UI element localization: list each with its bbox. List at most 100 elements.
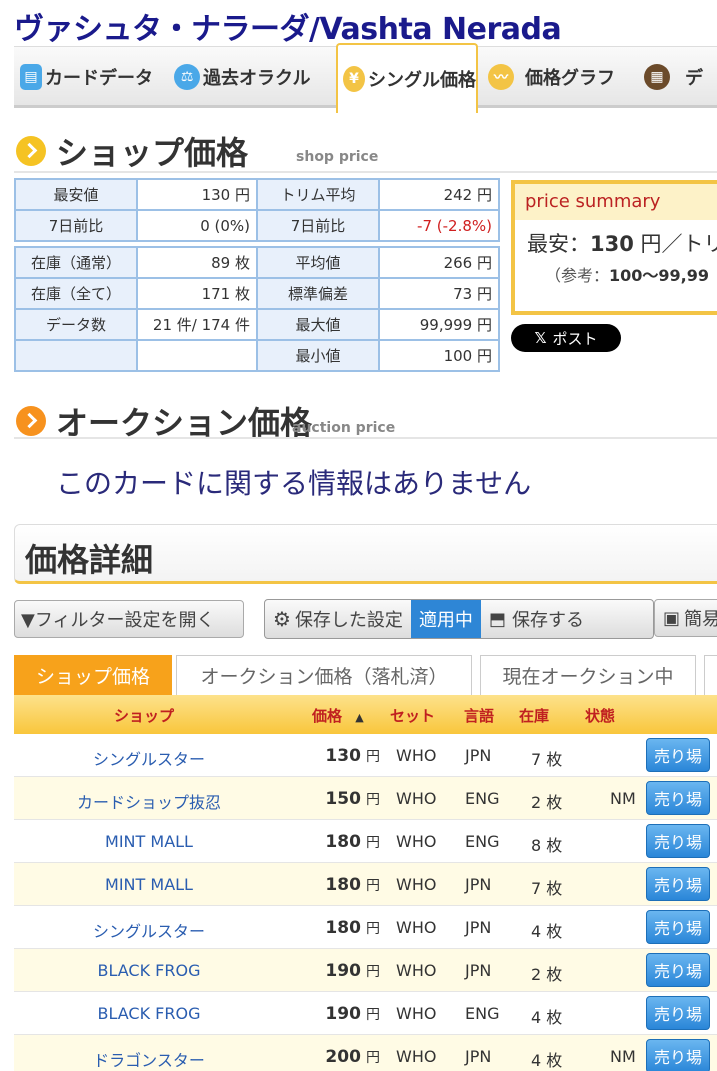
sell-page-button[interactable]: 売り場 xyxy=(646,910,710,944)
shop-link[interactable]: BLACK FROG xyxy=(14,1004,284,1023)
tab-auction-sold[interactable]: オークション価格（落札済） xyxy=(176,655,472,695)
stat-label: 平均値 xyxy=(256,246,380,279)
price-cell: 190 円 xyxy=(304,1004,380,1024)
stat-label: 在庫（全て） xyxy=(14,277,138,310)
stat-value: 73 円 xyxy=(378,277,500,310)
tab-label: 現在オークション中 xyxy=(502,666,674,688)
price-cell: 180 円 xyxy=(304,832,380,852)
tab-label: 価格グラフ xyxy=(525,68,615,89)
set-cell: WHO xyxy=(396,746,437,765)
stat-value: 21 件/ 174 件 xyxy=(136,308,258,341)
chevron-right-icon xyxy=(16,406,46,436)
stats-row: 7日前比 0 (0%) 7日前比 -7 (-2.8%) xyxy=(14,209,500,242)
lang-cell: JPN xyxy=(465,918,492,937)
stat-value: 89 枚 xyxy=(136,246,258,279)
tab-price-graph[interactable]: 〰 価格グラフ xyxy=(488,47,615,107)
saved-settings-label: 保存した設定 xyxy=(294,610,403,631)
divider xyxy=(14,437,717,439)
sell-page-button[interactable]: 売り場 xyxy=(646,1039,710,1071)
stock-cell: 4 枚 xyxy=(531,1008,563,1027)
tab-shop-price[interactable]: ショップ価格 xyxy=(14,655,172,703)
col-shop[interactable]: ショップ xyxy=(114,705,174,726)
stat-value: 99,999 円 xyxy=(378,308,500,341)
price-tabs: ショップ価格 オークション価格（落札済） 現在オークション中 xyxy=(14,655,717,703)
price-value: 130 xyxy=(325,746,361,766)
stat-value: 266 円 xyxy=(378,246,500,279)
yen-unit: 円 xyxy=(366,964,380,980)
price-value: 180 xyxy=(325,875,361,895)
summary-line1: 最安：130 円／トリ xyxy=(515,220,717,258)
lang-cell: ENG xyxy=(465,832,500,851)
price-cell: 200 円 xyxy=(304,1047,380,1067)
yen-unit: 円 xyxy=(366,921,380,937)
grid-icon: ▦ xyxy=(644,64,670,90)
tab-more[interactable] xyxy=(704,655,717,695)
detail-heading: 価格詳細 xyxy=(25,541,154,579)
stock-cell: 7 枚 xyxy=(531,750,563,769)
table-header: ショップ 価格 ▲ セット 言語 在庫 状態 xyxy=(14,695,717,734)
shop-link[interactable]: MINT MALL xyxy=(14,832,284,851)
tab-single-price[interactable]: ¥ シングル価格 xyxy=(336,43,478,113)
heading-en: shop price xyxy=(296,149,379,165)
tab-past-oracle[interactable]: ⚖ 過去オラクル xyxy=(174,47,310,107)
col-price[interactable]: 価格 ▲ xyxy=(312,705,364,726)
sell-page-button[interactable]: 売り場 xyxy=(646,953,710,987)
stat-label: 最大値 xyxy=(256,308,380,341)
chevron-right-icon xyxy=(16,136,46,166)
stat-value: 171 枚 xyxy=(136,277,258,310)
lang-cell: JPN xyxy=(465,875,492,894)
page: ヴァシュタ・ナラーダ/Vashta Nerada ▤ カードデータ ⚖ 過去オラ… xyxy=(0,0,717,1071)
x-logo-icon: 𝕏 xyxy=(534,329,547,347)
price-value: 190 xyxy=(325,961,361,981)
applied-button[interactable]: 適用中 xyxy=(410,600,481,638)
col-cond[interactable]: 状態 xyxy=(585,705,615,726)
save-button[interactable]: ⬒ 保存する xyxy=(481,600,592,638)
nav-tabs: ▤ カードデータ ⚖ 過去オラクル ¥ シングル価格 〰 価格グラフ ▦ デ xyxy=(14,43,717,113)
set-cell: WHO xyxy=(396,789,437,808)
price-detail-header: 価格詳細 xyxy=(14,524,717,584)
shop-link[interactable]: ドラゴンスター xyxy=(14,1047,284,1071)
price-summary-box: price summary 最安：130 円／トリ （参考：100〜99,99 xyxy=(511,180,717,315)
table-row: BLACK FROG 190 円 WHO JPN 2 枚 売り場 xyxy=(14,949,717,992)
sell-page-button[interactable]: 売り場 xyxy=(646,824,710,858)
shop-link[interactable]: MINT MALL xyxy=(14,875,284,894)
post-to-x-button[interactable]: 𝕏 ポスト xyxy=(511,324,621,352)
shop-link[interactable]: シングルスター xyxy=(14,746,284,770)
tab-label: 過去オラクル xyxy=(203,68,311,89)
set-cell: WHO xyxy=(396,961,437,980)
tab-label: オークション価格（落札済） xyxy=(200,666,448,688)
card-icon: ▤ xyxy=(20,64,42,90)
tab-auction-current[interactable]: 現在オークション中 xyxy=(480,655,696,695)
stock-cell: 8 枚 xyxy=(531,836,563,855)
stats-row: 最小値 100 円 xyxy=(14,339,500,372)
stat-value xyxy=(136,339,258,372)
col-stock[interactable]: 在庫 xyxy=(519,705,549,726)
sell-page-button[interactable]: 売り場 xyxy=(646,867,710,901)
col-set[interactable]: セット xyxy=(390,705,435,726)
sort-asc-icon: ▲ xyxy=(355,711,364,724)
stat-label: 最安値 xyxy=(14,178,138,211)
tab-card-data[interactable]: ▤ カードデータ xyxy=(20,47,153,107)
tab-data[interactable]: ▦ デ xyxy=(644,47,703,107)
stock-cell: 2 枚 xyxy=(531,965,563,984)
filter-label: ▼フィルター設定を開く xyxy=(21,610,215,631)
saved-settings-button[interactable]: ⚙ 保存した設定 xyxy=(265,600,411,638)
sell-page-button[interactable]: 売り場 xyxy=(646,781,710,815)
sell-page-button[interactable]: 売り場 xyxy=(646,738,710,772)
shop-price-stats-table: 最安値 130 円 トリム平均 242 円 7日前比 0 (0%) 7日前比 -… xyxy=(14,178,500,372)
price-cell: 180 円 xyxy=(304,875,380,895)
stat-label: 最小値 xyxy=(256,339,380,372)
stat-value: 242 円 xyxy=(378,178,500,211)
price-cell: 130 円 xyxy=(304,746,380,766)
filter-toggle-button[interactable]: ▼フィルター設定を開く xyxy=(14,600,244,638)
sell-page-button[interactable]: 売り場 xyxy=(646,996,710,1030)
shop-link[interactable]: カードショップ抜忍 xyxy=(14,789,284,813)
set-cell: WHO xyxy=(396,918,437,937)
shop-link[interactable]: BLACK FROG xyxy=(14,961,284,980)
heading-en: auction price xyxy=(292,420,396,436)
shop-link[interactable]: シングルスター xyxy=(14,918,284,942)
stock-cell: 2 枚 xyxy=(531,793,563,812)
simple-view-button[interactable]: ▣ 簡易 xyxy=(654,599,717,637)
col-lang[interactable]: 言語 xyxy=(464,705,494,726)
applied-label: 適用中 xyxy=(418,610,473,631)
